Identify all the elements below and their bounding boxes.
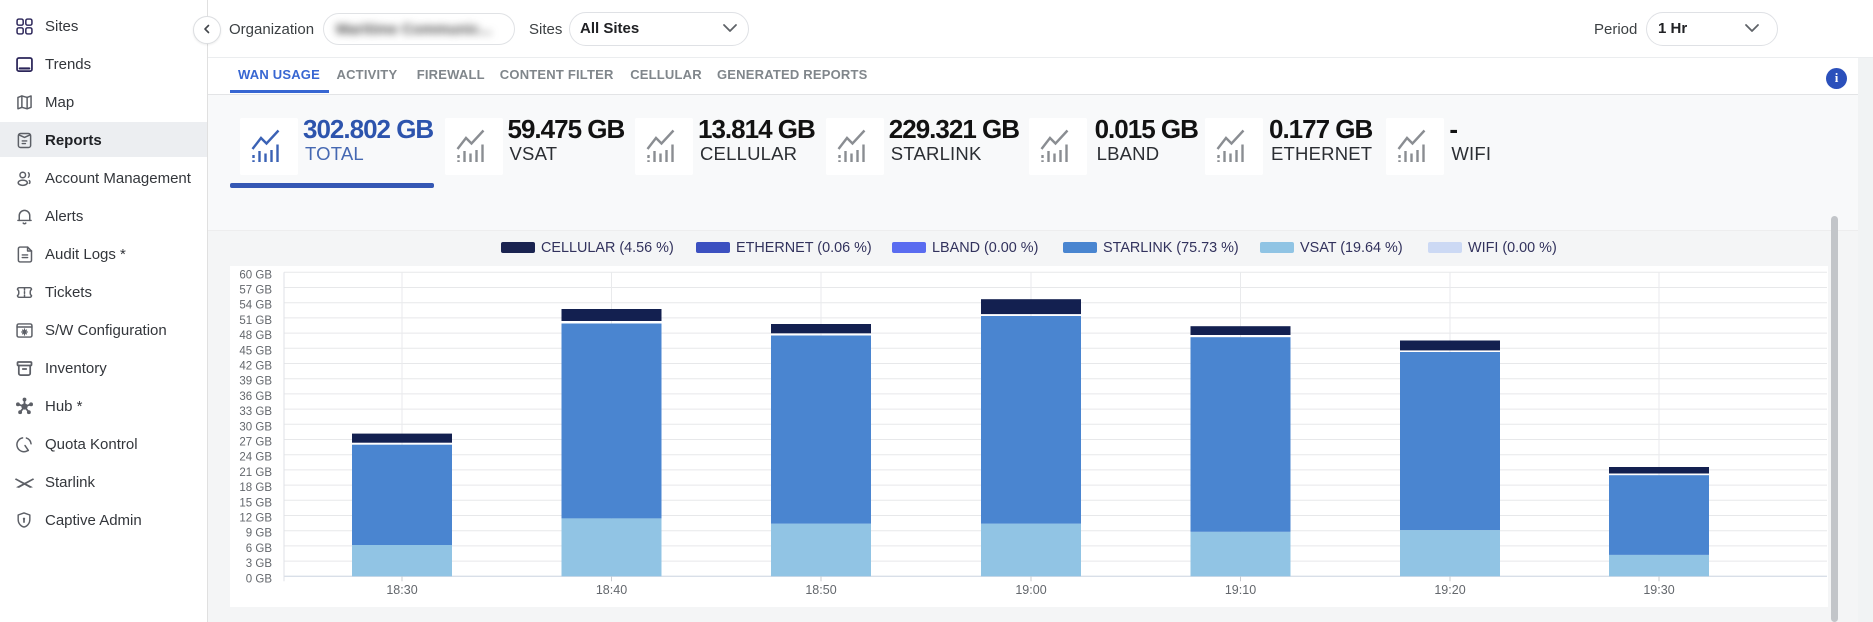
svg-text:9 GB: 9 GB: [246, 528, 273, 540]
svg-text:19:00: 19:00: [1015, 583, 1046, 597]
svg-text:57 GB: 57 GB: [239, 285, 272, 297]
svg-text:18:40: 18:40: [596, 583, 627, 597]
svg-text:24 GB: 24 GB: [239, 452, 272, 464]
svg-text:51 GB: 51 GB: [239, 315, 272, 327]
svg-text:21 GB: 21 GB: [239, 467, 272, 479]
svg-text:18:30: 18:30: [386, 583, 417, 597]
svg-text:48 GB: 48 GB: [239, 330, 272, 342]
svg-text:6 GB: 6 GB: [246, 543, 273, 555]
svg-text:12 GB: 12 GB: [239, 513, 272, 525]
svg-text:39 GB: 39 GB: [239, 376, 272, 388]
svg-text:27 GB: 27 GB: [239, 437, 272, 449]
svg-text:18:50: 18:50: [805, 583, 836, 597]
svg-text:45 GB: 45 GB: [239, 345, 272, 357]
svg-text:30 GB: 30 GB: [239, 421, 272, 433]
svg-text:33 GB: 33 GB: [239, 406, 272, 418]
svg-text:36 GB: 36 GB: [239, 391, 272, 403]
svg-text:3 GB: 3 GB: [246, 558, 273, 570]
svg-text:18 GB: 18 GB: [239, 482, 272, 494]
svg-text:60 GB: 60 GB: [239, 269, 272, 281]
svg-text:0 GB: 0 GB: [246, 573, 273, 585]
svg-text:19:10: 19:10: [1225, 583, 1256, 597]
svg-text:54 GB: 54 GB: [239, 300, 272, 312]
svg-text:19:30: 19:30: [1643, 583, 1674, 597]
svg-text:15 GB: 15 GB: [239, 497, 272, 509]
svg-text:19:20: 19:20: [1434, 583, 1465, 597]
svg-text:42 GB: 42 GB: [239, 361, 272, 373]
